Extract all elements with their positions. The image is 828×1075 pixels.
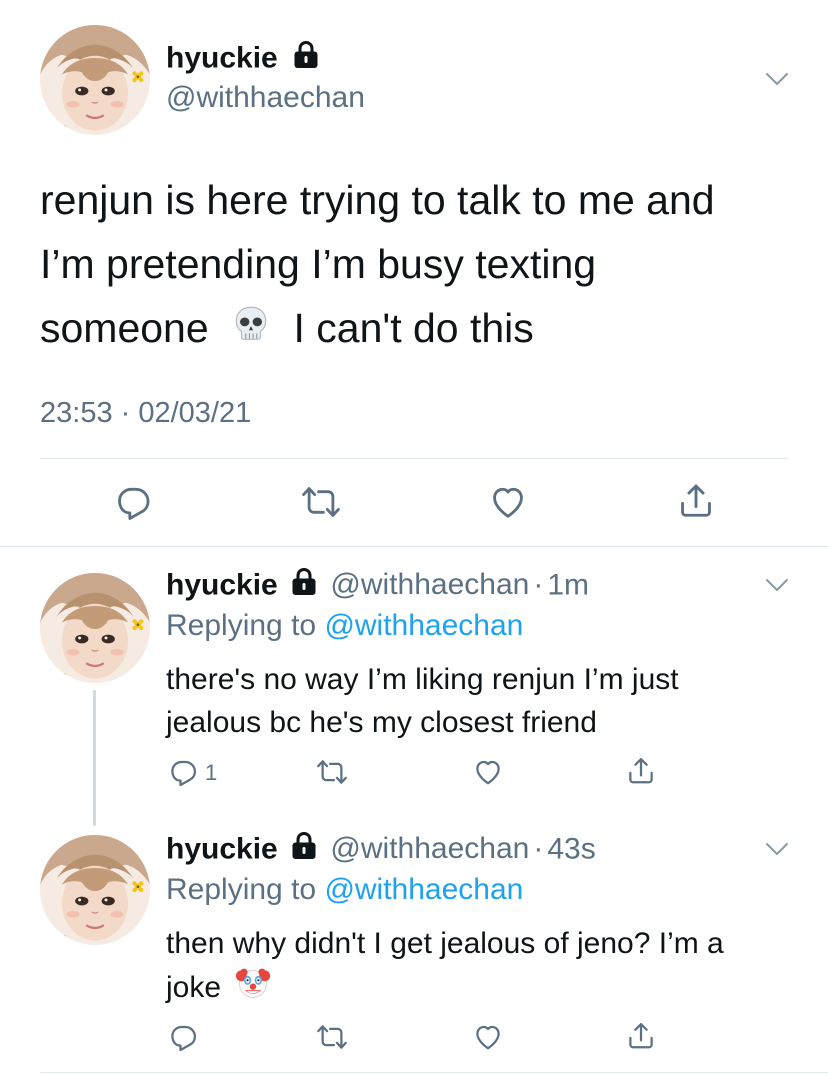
section-divider xyxy=(0,546,828,547)
separator: · xyxy=(533,832,544,866)
chevron-down-icon[interactable] xyxy=(765,72,789,91)
heart-icon[interactable] xyxy=(472,1022,504,1052)
retweet-icon[interactable] xyxy=(316,757,348,787)
bottom-divider xyxy=(40,1072,828,1073)
tweet-text: renjun is here trying to talk to me and … xyxy=(40,168,715,363)
divider xyxy=(40,458,788,459)
lock-icon xyxy=(292,40,320,79)
reply-icon[interactable] xyxy=(168,1022,198,1052)
relative-time[interactable]: 1m xyxy=(547,568,589,601)
reply-icon[interactable] xyxy=(168,757,198,787)
retweet-icon[interactable] xyxy=(316,1022,348,1052)
tweet-text-line: jealous bc he's my closest friend xyxy=(166,706,597,739)
heart-icon[interactable] xyxy=(472,757,504,787)
tweet-text-line: renjun is here trying to talk to me and xyxy=(40,177,715,223)
display-name[interactable]: hyuckie xyxy=(166,41,278,74)
tweet-text: then why didn't I get jealous of jeno? I… xyxy=(166,922,724,1013)
handle[interactable]: @withhaechan xyxy=(330,568,529,601)
handle[interactable]: @withhaechan xyxy=(166,80,365,116)
tweet-text-line: I’m pretending I’m busy texting xyxy=(40,241,597,287)
lock-icon xyxy=(290,831,318,870)
handle[interactable]: @withhaechan xyxy=(330,832,529,865)
retweet-icon[interactable] xyxy=(300,483,342,521)
author-row: hyuckie xyxy=(166,40,320,79)
avatar[interactable] xyxy=(40,25,150,135)
chevron-down-icon[interactable] xyxy=(765,842,789,861)
tweet-text-line: then why didn't I get jealous of jeno? I… xyxy=(166,927,724,960)
thread-line xyxy=(93,690,96,826)
reply-count: 1 xyxy=(205,760,218,785)
replying-to: Replying to @withhaechan xyxy=(166,609,524,642)
author-row: hyuckie @withhaechan · 1m xyxy=(166,567,589,606)
relative-time[interactable]: 43s xyxy=(547,832,595,865)
skull-icon xyxy=(230,299,272,363)
lock-icon xyxy=(290,567,318,606)
tweet-text-line: there's no way I’m liking renjun I’m jus… xyxy=(166,663,679,696)
replying-to: Replying to @withhaechan xyxy=(166,873,524,906)
reply-icon[interactable] xyxy=(114,483,152,521)
tweet-text-line: someone I can't do this xyxy=(40,296,715,363)
avatar[interactable] xyxy=(40,573,150,683)
share-icon[interactable] xyxy=(626,755,656,787)
separator: · xyxy=(533,568,544,602)
timestamp[interactable]: 23:53 · 02/03/21 xyxy=(40,395,251,431)
mention-link[interactable]: @withhaechan xyxy=(324,609,523,642)
chevron-down-icon[interactable] xyxy=(765,578,789,597)
heart-icon[interactable] xyxy=(488,483,528,521)
share-icon[interactable] xyxy=(626,1020,656,1052)
avatar[interactable] xyxy=(40,835,150,945)
tweet-text: there's no way I’m liking renjun I’m jus… xyxy=(166,658,679,744)
display-name[interactable]: hyuckie xyxy=(166,568,278,601)
author-row: hyuckie @withhaechan · 43s xyxy=(166,831,596,870)
clown-face-icon xyxy=(235,965,271,1013)
share-icon[interactable] xyxy=(677,481,715,521)
display-name[interactable]: hyuckie xyxy=(166,832,278,865)
mention-link[interactable]: @withhaechan xyxy=(324,873,523,906)
tweet-text-line: joke xyxy=(166,965,724,1013)
